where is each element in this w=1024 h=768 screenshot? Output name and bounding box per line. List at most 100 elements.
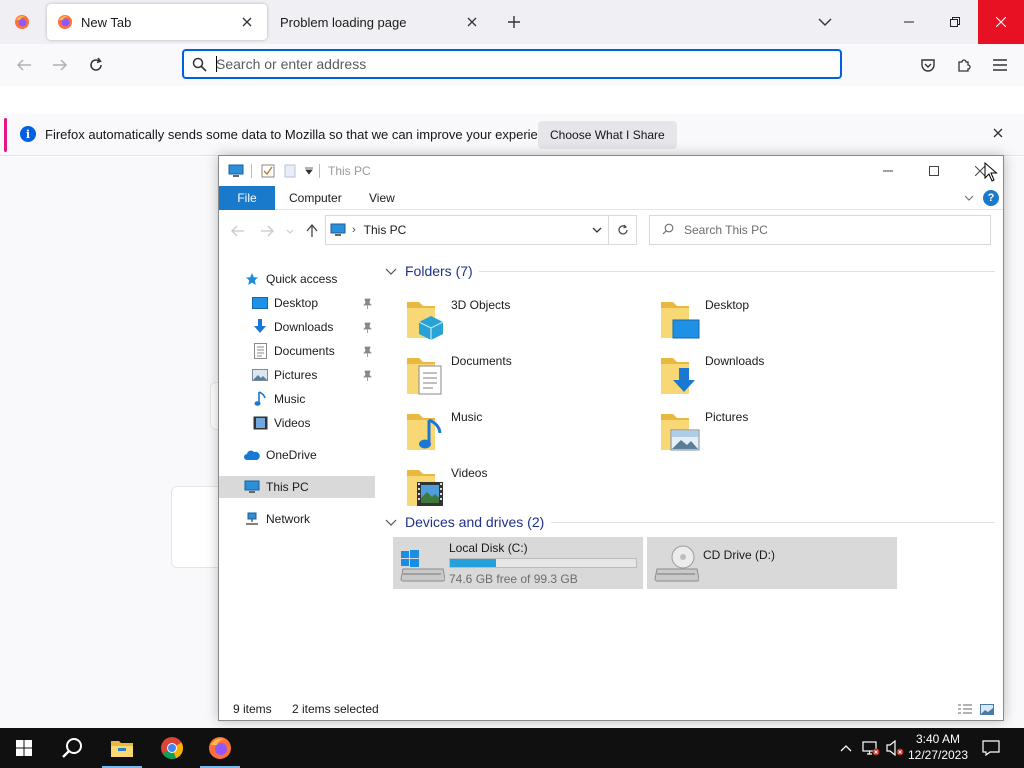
- address-row: › This PC: [219, 211, 1003, 251]
- folder-name: Downloads: [705, 354, 765, 368]
- search-icon: [62, 738, 82, 758]
- folder-videos[interactable]: Videos: [395, 460, 635, 512]
- drive-free-space: 74.6 GB free of 99.3 GB: [449, 572, 578, 586]
- system-clock[interactable]: 3:40 AM 12/27/2023: [906, 731, 970, 763]
- sidebar-item-music[interactable]: Music: [219, 388, 375, 410]
- back-button[interactable]: [229, 222, 247, 240]
- taskbar-search-button[interactable]: [48, 728, 96, 768]
- content-pane: Folders (7) 3D Objects Desktop Documents…: [379, 256, 1003, 696]
- drive-local-disk-c[interactable]: Local Disk (C:) 74.6 GB free of 99.3 GB: [393, 537, 643, 589]
- notification-text: Firefox automatically sends some data to…: [45, 127, 563, 142]
- group-divider: [479, 271, 995, 272]
- sidebar-item-this-pc[interactable]: This PC: [219, 476, 375, 498]
- pocket-button[interactable]: [915, 53, 941, 77]
- customize-toolbar-chevron-icon[interactable]: [304, 163, 314, 179]
- taskbar-file-explorer[interactable]: [98, 728, 146, 768]
- show-hidden-icons-button[interactable]: [836, 738, 856, 758]
- folder-3d-objects[interactable]: 3D Objects: [395, 292, 635, 344]
- recent-locations-button[interactable]: [285, 222, 295, 240]
- close-icon[interactable]: [462, 12, 482, 32]
- breadcrumb-this-pc[interactable]: This PC: [364, 223, 586, 237]
- window-close-button[interactable]: [978, 0, 1024, 44]
- forward-button[interactable]: [47, 53, 73, 77]
- music-icon: [251, 391, 269, 407]
- large-icons-view-icon: [980, 703, 994, 715]
- up-button[interactable]: [303, 222, 321, 240]
- volume-button[interactable]: [885, 738, 905, 758]
- capacity-bar: [449, 558, 637, 568]
- sidebar-item-label: Music: [274, 392, 306, 406]
- 3d-objects-folder-icon: [407, 302, 444, 340]
- reload-button[interactable]: [83, 53, 109, 77]
- folder-pictures[interactable]: Pictures: [649, 404, 889, 456]
- tab-new-tab[interactable]: New Tab: [47, 4, 267, 40]
- details-view-button[interactable]: [957, 702, 973, 716]
- taskbar-chrome[interactable]: [148, 728, 196, 768]
- sidebar-item-documents[interactable]: Documents: [219, 340, 375, 362]
- properties-icon[interactable]: [260, 163, 276, 179]
- notification-icon: [982, 740, 1000, 756]
- start-button[interactable]: [0, 728, 48, 768]
- explorer-search-box[interactable]: [649, 215, 991, 245]
- new-tab-button[interactable]: [503, 11, 525, 33]
- notification-close-button[interactable]: [990, 125, 1006, 141]
- sidebar-item-onedrive[interactable]: OneDrive: [219, 444, 375, 466]
- folder-music[interactable]: Music: [395, 404, 635, 456]
- drives-group-header[interactable]: Devices and drives (2): [385, 511, 544, 533]
- sidebar-item-pictures[interactable]: Pictures: [219, 364, 375, 386]
- documents-folder-icon: [407, 358, 442, 395]
- chevron-down-icon: [964, 195, 974, 201]
- folder-downloads[interactable]: Downloads: [649, 348, 889, 400]
- firefox-view-button[interactable]: [0, 0, 44, 44]
- url-bar[interactable]: [182, 49, 842, 79]
- large-icons-view-button[interactable]: [979, 702, 995, 716]
- sidebar-item-quick-access[interactable]: Quick access: [219, 268, 375, 290]
- extensions-button[interactable]: [951, 53, 977, 77]
- list-all-tabs-button[interactable]: [814, 11, 836, 33]
- folder-desktop[interactable]: Desktop: [649, 292, 889, 344]
- sidebar-item-desktop[interactable]: Desktop: [219, 292, 375, 314]
- sidebar-item-downloads[interactable]: Downloads: [219, 316, 375, 338]
- minimize-icon: [883, 170, 893, 172]
- tab-problem-loading[interactable]: Problem loading page: [270, 4, 492, 40]
- sidebar-item-network[interactable]: Network: [219, 508, 375, 530]
- browser-nav-bar: [0, 44, 1024, 86]
- tab-file[interactable]: File: [219, 186, 275, 210]
- app-menu-button[interactable]: [987, 53, 1013, 77]
- chevron-down-icon: [818, 18, 832, 26]
- taskbar-firefox[interactable]: [196, 728, 244, 768]
- minimize-button[interactable]: [886, 0, 932, 44]
- folders-group-header[interactable]: Folders (7): [385, 260, 473, 282]
- expand-ribbon-button[interactable]: [962, 190, 976, 206]
- help-button[interactable]: ?: [983, 190, 999, 206]
- network-status-button[interactable]: [861, 738, 881, 758]
- new-folder-icon[interactable]: [283, 163, 297, 179]
- search-icon: [662, 223, 674, 238]
- back-button[interactable]: [11, 53, 37, 77]
- restore-button[interactable]: [932, 0, 978, 44]
- sidebar-item-label: Documents: [274, 344, 335, 358]
- sidebar-item-videos[interactable]: Videos: [219, 412, 375, 434]
- pin-icon: [361, 296, 373, 310]
- window-title: This PC: [328, 164, 371, 178]
- search-input[interactable]: [684, 223, 964, 237]
- forward-button[interactable]: [258, 222, 276, 240]
- tab-view[interactable]: View: [369, 186, 395, 210]
- choose-what-i-share-button[interactable]: Choose What I Share: [538, 121, 677, 149]
- title-divider: [319, 164, 320, 178]
- folder-documents[interactable]: Documents: [395, 348, 635, 400]
- action-center-button[interactable]: [980, 738, 1002, 758]
- explorer-maximize-button[interactable]: [911, 156, 957, 186]
- address-history-button[interactable]: [586, 216, 608, 244]
- address-input[interactable]: [216, 56, 816, 72]
- hard-drive-windows-icon: [400, 550, 445, 582]
- explorer-minimize-button[interactable]: [865, 156, 911, 186]
- breadcrumb-separator[interactable]: ›: [352, 224, 356, 236]
- address-bar[interactable]: › This PC: [325, 215, 637, 245]
- tab-title: Problem loading page: [280, 14, 407, 30]
- refresh-button[interactable]: [608, 216, 636, 244]
- close-icon[interactable]: [237, 12, 257, 32]
- chevron-down-icon: [385, 519, 399, 526]
- drive-cd-d[interactable]: CD Drive (D:): [647, 537, 897, 589]
- tab-computer[interactable]: Computer: [289, 186, 342, 210]
